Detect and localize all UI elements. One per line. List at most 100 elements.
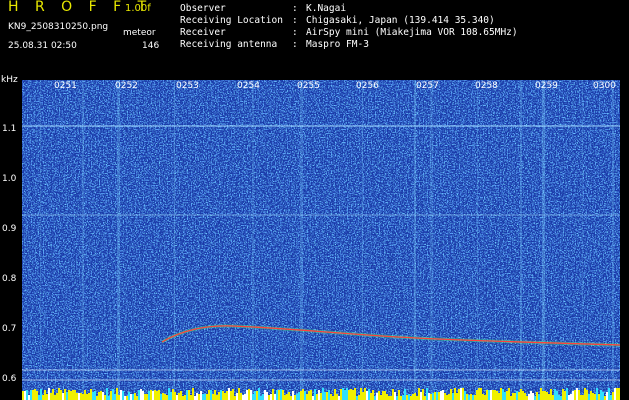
- band-bar: [494, 390, 496, 400]
- band-bar: [164, 394, 166, 400]
- band-bar: [200, 391, 202, 400]
- band-bar: [544, 391, 546, 400]
- band-bar: [96, 396, 98, 400]
- band-bar: [250, 390, 252, 400]
- band-bar: [364, 388, 366, 400]
- band-bar: [586, 390, 588, 400]
- band-bar: [22, 391, 24, 400]
- band-bar: [442, 390, 444, 400]
- band-bar: [146, 394, 148, 400]
- band-bar: [152, 391, 154, 400]
- band-bar: [328, 390, 330, 400]
- band-bar: [594, 394, 596, 400]
- band-bar: [208, 390, 210, 400]
- info-row-observer: Observer: K.Nagai: [180, 3, 346, 14]
- band-bar: [554, 389, 556, 400]
- band-bar: [486, 390, 488, 400]
- band-bar: [520, 389, 522, 400]
- band-bar: [436, 392, 438, 400]
- band-bar: [452, 393, 454, 400]
- band-bar: [472, 395, 474, 400]
- band-bar: [154, 390, 156, 400]
- band-bar: [210, 390, 212, 400]
- band-bar: [284, 395, 286, 400]
- vertical-streak: [40, 80, 41, 400]
- band-bar: [256, 391, 258, 400]
- band-bar: [394, 392, 396, 400]
- band-bar: [52, 389, 54, 400]
- info-row-antenna: Receiving antenna: Maspro FM-3: [180, 39, 369, 50]
- band-bar: [238, 388, 240, 400]
- band-bar: [206, 394, 208, 400]
- band-bar: [66, 392, 68, 400]
- band-bar: [362, 392, 364, 400]
- vertical-streak: [82, 80, 84, 400]
- info-sep: :: [292, 39, 298, 50]
- band-bar: [488, 390, 490, 400]
- band-bar: [446, 395, 448, 400]
- band-bar: [142, 391, 144, 400]
- band-bar: [570, 394, 572, 400]
- band-bar: [306, 394, 308, 400]
- band-bar: [400, 396, 402, 400]
- band-bar: [468, 395, 470, 400]
- vertical-streak: [477, 80, 478, 400]
- band-bar: [420, 392, 422, 400]
- band-bar: [582, 395, 584, 400]
- band-bar: [528, 394, 530, 400]
- band-bar: [432, 393, 434, 400]
- band-bar: [140, 389, 142, 400]
- band-bar: [350, 389, 352, 400]
- band-bar: [512, 393, 514, 400]
- band-bar: [214, 390, 216, 400]
- band-bar: [378, 391, 380, 400]
- info-value: Chigasaki, Japan (139.414 35.340): [306, 15, 495, 26]
- band-bar: [356, 396, 358, 400]
- vertical-streak: [362, 80, 363, 400]
- band-bar: [280, 389, 282, 400]
- band-bar: [416, 396, 418, 400]
- band-bar: [562, 389, 564, 400]
- band-bar: [418, 388, 420, 400]
- band-bar: [404, 389, 406, 400]
- info-key: Receiving Location: [180, 15, 283, 26]
- band-bar: [266, 392, 268, 400]
- band-bar: [246, 390, 248, 400]
- band-bar: [270, 394, 272, 400]
- band-bar: [138, 390, 140, 400]
- band-bar: [320, 393, 322, 400]
- band-bar: [46, 394, 48, 400]
- band-bar: [484, 395, 486, 400]
- band-bar: [318, 390, 320, 400]
- band-bar: [148, 391, 150, 400]
- band-bar: [346, 388, 348, 400]
- band-bar: [360, 388, 362, 400]
- time-tick-label: 0253: [176, 81, 199, 91]
- band-bar: [264, 390, 266, 400]
- band-bar: [618, 388, 620, 400]
- y-tick-label: 0.8: [2, 274, 17, 284]
- time-tick-label: 0259: [535, 81, 558, 91]
- band-bar: [308, 391, 310, 400]
- band-bar: [448, 394, 450, 400]
- band-bar: [196, 393, 198, 400]
- band-bar: [50, 393, 52, 400]
- y-tick-label: 0.9: [2, 224, 17, 234]
- band-bar: [170, 392, 172, 400]
- band-bar: [160, 394, 162, 400]
- band-bar: [514, 393, 516, 400]
- band-bar: [64, 389, 66, 400]
- vertical-streak: [252, 80, 254, 400]
- band-bar: [26, 390, 28, 400]
- band-bar: [314, 389, 316, 400]
- band-bar: [230, 391, 232, 400]
- band-bar: [324, 392, 326, 400]
- band-bar: [396, 396, 398, 400]
- band-bar: [384, 391, 386, 400]
- band-bar: [558, 395, 560, 400]
- band-bar: [194, 396, 196, 400]
- band-bar: [354, 388, 356, 400]
- band-bar: [302, 389, 304, 400]
- band-bar: [32, 390, 34, 400]
- band-bar: [374, 396, 376, 400]
